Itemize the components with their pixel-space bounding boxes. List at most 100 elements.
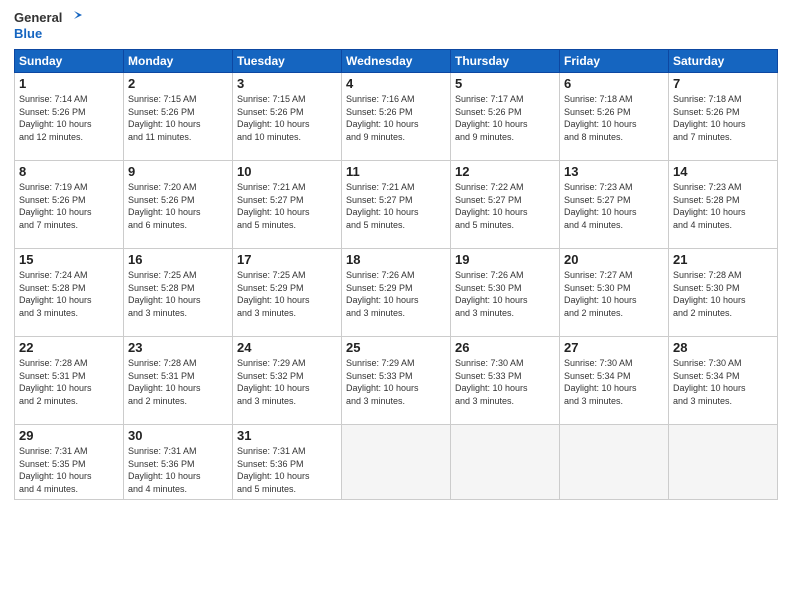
calendar-day-cell: 15Sunrise: 7:24 AM Sunset: 5:28 PM Dayli…	[15, 249, 124, 337]
calendar-day-cell: 16Sunrise: 7:25 AM Sunset: 5:28 PM Dayli…	[124, 249, 233, 337]
logo-text: General Blue	[14, 10, 82, 41]
day-info: Sunrise: 7:15 AM Sunset: 5:26 PM Dayligh…	[237, 93, 337, 143]
calendar-week-row: 1 Sunrise: 7:14 AM Sunset: 5:26 PM Daylig…	[15, 73, 778, 161]
logo-general: General	[14, 10, 62, 26]
day-info: Sunrise: 7:21 AM Sunset: 5:27 PM Dayligh…	[346, 181, 446, 231]
calendar-day-cell: 25 Sunrise: 7:29 AM Sunset: 5:33 PM Dayli…	[342, 337, 451, 425]
day-header-wednesday: Wednesday	[342, 50, 451, 73]
day-header-thursday: Thursday	[451, 50, 560, 73]
day-info: Sunrise: 7:30 AM Sunset: 5:34 PM Dayligh…	[564, 357, 664, 407]
day-info: Sunrise: 7:29 AM Sunset: 5:32 PM Dayligh…	[237, 357, 337, 407]
calendar-day-cell: 13 Sunrise: 7:23 AM Sunset: 5:27 PM Dayli…	[560, 161, 669, 249]
calendar-day-cell: 24 Sunrise: 7:29 AM Sunset: 5:32 PM Dayli…	[233, 337, 342, 425]
day-header-saturday: Saturday	[669, 50, 778, 73]
day-info: Sunrise: 7:30 AM Sunset: 5:34 PM Dayligh…	[673, 357, 773, 407]
calendar-day-cell: 9 Sunrise: 7:20 AM Sunset: 5:26 PM Daylig…	[124, 161, 233, 249]
day-number: 11	[346, 164, 446, 179]
calendar-day-cell	[669, 425, 778, 499]
day-number: 9	[128, 164, 228, 179]
calendar-day-cell: 27 Sunrise: 7:30 AM Sunset: 5:34 PM Dayli…	[560, 337, 669, 425]
day-header-tuesday: Tuesday	[233, 50, 342, 73]
day-info: Sunrise: 7:23 AM Sunset: 5:28 PM Dayligh…	[673, 181, 773, 231]
day-number: 10	[237, 164, 337, 179]
day-info: Sunrise: 7:18 AM Sunset: 5:26 PM Dayligh…	[673, 93, 773, 143]
logo-blue: Blue	[14, 26, 82, 42]
calendar-day-cell: 6 Sunrise: 7:18 AM Sunset: 5:26 PM Daylig…	[560, 73, 669, 161]
day-number: 6	[564, 76, 664, 91]
calendar-day-cell: 5 Sunrise: 7:17 AM Sunset: 5:26 PM Daylig…	[451, 73, 560, 161]
day-number: 29	[19, 428, 119, 443]
day-header-monday: Monday	[124, 50, 233, 73]
day-number: 19	[455, 252, 555, 267]
day-info: Sunrise: 7:22 AM Sunset: 5:27 PM Dayligh…	[455, 181, 555, 231]
day-number: 20	[564, 252, 664, 267]
day-info: Sunrise: 7:26 AM Sunset: 5:30 PM Dayligh…	[455, 269, 555, 319]
day-info: Sunrise: 7:20 AM Sunset: 5:26 PM Dayligh…	[128, 181, 228, 231]
calendar-day-cell: 20 Sunrise: 7:27 AM Sunset: 5:30 PM Dayli…	[560, 249, 669, 337]
day-info: Sunrise: 7:25 AM Sunset: 5:29 PM Dayligh…	[237, 269, 337, 319]
calendar-day-cell	[342, 425, 451, 499]
day-number: 7	[673, 76, 773, 91]
calendar-week-row: 15Sunrise: 7:24 AM Sunset: 5:28 PM Dayli…	[15, 249, 778, 337]
day-info: Sunrise: 7:28 AM Sunset: 5:31 PM Dayligh…	[19, 357, 119, 407]
day-info: Sunrise: 7:23 AM Sunset: 5:27 PM Dayligh…	[564, 181, 664, 231]
calendar-day-cell: 30 Sunrise: 7:31 AM Sunset: 5:36 PM Dayli…	[124, 425, 233, 499]
logo: General Blue	[14, 10, 82, 41]
day-info: Sunrise: 7:26 AM Sunset: 5:29 PM Dayligh…	[346, 269, 446, 319]
day-number: 12	[455, 164, 555, 179]
day-number: 23	[128, 340, 228, 355]
calendar-day-cell	[451, 425, 560, 499]
day-number: 26	[455, 340, 555, 355]
calendar-day-cell: 17 Sunrise: 7:25 AM Sunset: 5:29 PM Dayli…	[233, 249, 342, 337]
day-info: Sunrise: 7:31 AM Sunset: 5:35 PM Dayligh…	[19, 445, 119, 495]
day-number: 21	[673, 252, 773, 267]
day-info: Sunrise: 7:28 AM Sunset: 5:30 PM Dayligh…	[673, 269, 773, 319]
day-number: 17	[237, 252, 337, 267]
day-number: 1	[19, 76, 119, 91]
day-number: 13	[564, 164, 664, 179]
day-info: Sunrise: 7:29 AM Sunset: 5:33 PM Dayligh…	[346, 357, 446, 407]
calendar-day-cell: 11 Sunrise: 7:21 AM Sunset: 5:27 PM Dayli…	[342, 161, 451, 249]
calendar-day-cell: 28Sunrise: 7:30 AM Sunset: 5:34 PM Dayli…	[669, 337, 778, 425]
day-info: Sunrise: 7:30 AM Sunset: 5:33 PM Dayligh…	[455, 357, 555, 407]
calendar-day-cell: 22 Sunrise: 7:28 AM Sunset: 5:31 PM Dayli…	[15, 337, 124, 425]
day-info: Sunrise: 7:17 AM Sunset: 5:26 PM Dayligh…	[455, 93, 555, 143]
day-number: 5	[455, 76, 555, 91]
day-info: Sunrise: 7:28 AM Sunset: 5:31 PM Dayligh…	[128, 357, 228, 407]
calendar-day-cell: 1 Sunrise: 7:14 AM Sunset: 5:26 PM Daylig…	[15, 73, 124, 161]
calendar-day-cell: 29 Sunrise: 7:31 AM Sunset: 5:35 PM Dayli…	[15, 425, 124, 499]
calendar-day-cell: 10 Sunrise: 7:21 AM Sunset: 5:27 PM Dayli…	[233, 161, 342, 249]
day-info: Sunrise: 7:27 AM Sunset: 5:30 PM Dayligh…	[564, 269, 664, 319]
day-number: 30	[128, 428, 228, 443]
day-number: 16	[128, 252, 228, 267]
day-number: 4	[346, 76, 446, 91]
calendar-day-cell: 14 Sunrise: 7:23 AM Sunset: 5:28 PM Dayli…	[669, 161, 778, 249]
day-number: 22	[19, 340, 119, 355]
day-info: Sunrise: 7:14 AM Sunset: 5:26 PM Dayligh…	[19, 93, 119, 143]
calendar-day-cell: 3Sunrise: 7:15 AM Sunset: 5:26 PM Daylig…	[233, 73, 342, 161]
day-info: Sunrise: 7:18 AM Sunset: 5:26 PM Dayligh…	[564, 93, 664, 143]
day-info: Sunrise: 7:16 AM Sunset: 5:26 PM Dayligh…	[346, 93, 446, 143]
logo-bird-icon	[64, 11, 82, 25]
day-number: 27	[564, 340, 664, 355]
day-info: Sunrise: 7:15 AM Sunset: 5:26 PM Dayligh…	[128, 93, 228, 143]
day-info: Sunrise: 7:31 AM Sunset: 5:36 PM Dayligh…	[128, 445, 228, 495]
calendar-day-cell: 21 Sunrise: 7:28 AM Sunset: 5:30 PM Dayli…	[669, 249, 778, 337]
calendar-day-cell: 2Sunrise: 7:15 AM Sunset: 5:26 PM Daylig…	[124, 73, 233, 161]
day-info: Sunrise: 7:31 AM Sunset: 5:36 PM Dayligh…	[237, 445, 337, 495]
day-number: 18	[346, 252, 446, 267]
calendar-day-cell: 7 Sunrise: 7:18 AM Sunset: 5:26 PM Daylig…	[669, 73, 778, 161]
day-header-friday: Friday	[560, 50, 669, 73]
calendar-day-cell: 31 Sunrise: 7:31 AM Sunset: 5:36 PM Dayli…	[233, 425, 342, 499]
day-number: 24	[237, 340, 337, 355]
day-number: 14	[673, 164, 773, 179]
calendar-day-cell: 19 Sunrise: 7:26 AM Sunset: 5:30 PM Dayli…	[451, 249, 560, 337]
day-info: Sunrise: 7:21 AM Sunset: 5:27 PM Dayligh…	[237, 181, 337, 231]
main-container: General Blue SundayMondayTuesdayWednesda…	[0, 0, 792, 612]
calendar-day-cell: 12 Sunrise: 7:22 AM Sunset: 5:27 PM Dayli…	[451, 161, 560, 249]
day-number: 25	[346, 340, 446, 355]
calendar-header-row: SundayMondayTuesdayWednesdayThursdayFrid…	[15, 50, 778, 73]
day-info: Sunrise: 7:19 AM Sunset: 5:26 PM Dayligh…	[19, 181, 119, 231]
day-number: 31	[237, 428, 337, 443]
calendar-day-cell: 23 Sunrise: 7:28 AM Sunset: 5:31 PM Dayli…	[124, 337, 233, 425]
